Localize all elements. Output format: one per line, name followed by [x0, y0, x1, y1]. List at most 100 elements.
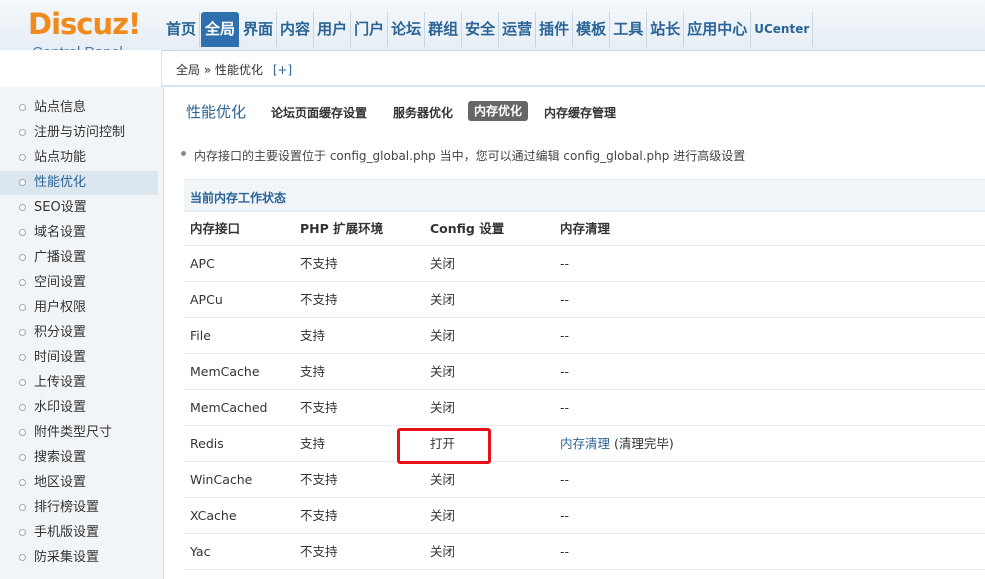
- tip-label: 内存接口的主要设置位于 config_global.php 当中，您可以通过编辑…: [194, 149, 746, 163]
- table-cell: 不支持: [300, 544, 338, 559]
- sidebar-item-15[interactable]: 地区设置: [0, 471, 158, 495]
- sidebar-item-6[interactable]: 广播设置: [0, 246, 158, 270]
- sidebar-item-0[interactable]: 站点信息: [0, 96, 158, 120]
- sidebar-item-1[interactable]: 注册与访问控制: [0, 121, 158, 145]
- table-header-row: 内存接口 PHP 扩展环境 Config 设置 内存清理: [184, 212, 985, 246]
- sidebar-item-18[interactable]: 防采集设置: [0, 546, 158, 570]
- nav-item-9[interactable]: 运营: [500, 12, 537, 47]
- sidebar-item-label: 排行榜设置: [34, 500, 100, 515]
- table-row: XCache 不支持 关闭 --: [184, 498, 985, 534]
- sidebar-item-12[interactable]: 水印设置: [0, 396, 158, 420]
- table-cell: 关闭: [430, 544, 456, 559]
- bullet-icon: [19, 479, 26, 486]
- nav-item-0[interactable]: 首页: [164, 12, 201, 47]
- sidebar-item-10[interactable]: 时间设置: [0, 346, 158, 370]
- table-cell: 关闭: [430, 328, 456, 343]
- table-cell: File: [190, 328, 211, 343]
- bullet-icon: [19, 404, 26, 411]
- nav-item-5[interactable]: 门户: [352, 12, 389, 47]
- bullet-icon: [19, 504, 26, 511]
- sidebar-item-label: 域名设置: [34, 225, 87, 240]
- table-cell: 支持: [300, 364, 326, 379]
- table-cell: --: [560, 256, 570, 271]
- clear-memory-link[interactable]: 内存清理: [560, 436, 610, 451]
- sidebar-item-8[interactable]: 用户权限: [0, 296, 158, 320]
- nav-item-15[interactable]: UCenter: [752, 12, 814, 47]
- table-cell: Yac: [190, 544, 211, 559]
- nav-item-10[interactable]: 插件: [537, 12, 574, 47]
- nav-item-2[interactable]: 界面: [241, 12, 278, 47]
- logo-wordmark: Discuz!: [28, 7, 141, 41]
- sidebar-item-label: SEO设置: [34, 200, 87, 215]
- sidebar-item-label: 空间设置: [34, 275, 87, 290]
- table-cell: 支持: [300, 436, 326, 451]
- top-nav: 首页 全局 界面 内容 用户 门户 论坛 群组 安全 运营 插件 模板 工具 站长 应用中心 UCenter: [164, 12, 814, 47]
- page-title: 性能优化: [186, 103, 247, 121]
- table-cell: Redis: [190, 436, 224, 451]
- sidebar-item-label: 手机版设置: [34, 525, 100, 540]
- nav-item-13[interactable]: 站长: [648, 12, 685, 47]
- bullet-icon: [19, 379, 26, 386]
- clear-status-note: (清理完毕): [610, 436, 674, 451]
- add-shortcut-button[interactable]: [+]: [273, 63, 292, 77]
- nav-item-7[interactable]: 群组: [426, 12, 463, 47]
- table-cell: --: [560, 364, 570, 379]
- sidebar-item-5[interactable]: 域名设置: [0, 221, 158, 245]
- table-cell: MemCache: [190, 364, 260, 379]
- table-cell: --: [560, 508, 570, 523]
- sidebar-item-3[interactable]: 性能优化: [0, 171, 158, 195]
- table-row: MemCached 不支持 关闭 --: [184, 390, 985, 426]
- sidebar-item-7[interactable]: 空间设置: [0, 271, 158, 295]
- sidebar-item-2[interactable]: 站点功能: [0, 146, 158, 170]
- nav-item-4[interactable]: 用户: [315, 12, 352, 47]
- bullet-icon: [181, 151, 186, 156]
- sidebar-item-label: 地区设置: [34, 475, 87, 490]
- nav-item-1[interactable]: 全局: [201, 12, 240, 47]
- sidebar-item-16[interactable]: 排行榜设置: [0, 496, 158, 520]
- table-cell: --: [560, 472, 570, 487]
- table-row: Yac 不支持 关闭 --: [184, 534, 985, 570]
- table-cell: --: [560, 544, 570, 559]
- tab-3[interactable]: 内存缓存管理: [544, 103, 616, 123]
- sidebar-item-label: 注册与访问控制: [34, 125, 126, 140]
- nav-item-8[interactable]: 安全: [463, 12, 500, 47]
- sidebar-item-label: 用户权限: [34, 300, 87, 315]
- section-title: 当前内存工作状态: [190, 191, 287, 205]
- section-header: 当前内存工作状态: [184, 179, 985, 212]
- table-cell: 关闭: [430, 364, 456, 379]
- table-cell: 关闭: [430, 292, 456, 307]
- column-header: 内存接口: [190, 221, 241, 236]
- sidebar-item-label: 防采集设置: [34, 550, 100, 565]
- table-cell: 关闭: [430, 400, 456, 415]
- sidebar-item-label: 上传设置: [34, 375, 87, 390]
- column-header: 内存清理: [560, 221, 611, 236]
- table-cell: 关闭: [430, 508, 456, 523]
- nav-item-11[interactable]: 模板: [574, 12, 611, 47]
- nav-item-14[interactable]: 应用中心: [685, 12, 752, 47]
- sidebar-item-13[interactable]: 附件类型尺寸: [0, 421, 158, 445]
- bullet-icon: [19, 154, 26, 161]
- bullet-icon: [19, 354, 26, 361]
- sidebar-item-14[interactable]: 搜索设置: [0, 446, 158, 470]
- tab-1[interactable]: 服务器优化: [393, 103, 453, 123]
- sidebar-item-17[interactable]: 手机版设置: [0, 521, 158, 545]
- nav-item-6[interactable]: 论坛: [389, 12, 426, 47]
- sidebar-item-4[interactable]: SEO设置: [0, 196, 158, 220]
- sidebar-item-label: 时间设置: [34, 350, 87, 365]
- sidebar-item-label: 搜索设置: [34, 450, 87, 465]
- tab-0[interactable]: 论坛页面缓存设置: [271, 103, 367, 123]
- sidebar-item-label: 附件类型尺寸: [34, 425, 113, 440]
- bullet-icon: [19, 279, 26, 286]
- sidebar-item-9[interactable]: 积分设置: [0, 321, 158, 345]
- table-row: File 支持 关闭 --: [184, 318, 985, 354]
- table-cell: 不支持: [300, 472, 338, 487]
- bullet-icon: [19, 529, 26, 536]
- table-cell: XCache: [190, 508, 237, 523]
- sidebar-item-11[interactable]: 上传设置: [0, 371, 158, 395]
- tab-2[interactable]: 内存优化: [468, 101, 529, 121]
- nav-item-12[interactable]: 工具: [611, 12, 648, 47]
- redis-config-highlight: [397, 428, 491, 464]
- table-cell: APCu: [190, 292, 223, 307]
- nav-item-3[interactable]: 内容: [278, 12, 315, 47]
- breadcrumb-bar: 全局 » 性能优化 [+]: [162, 50, 985, 87]
